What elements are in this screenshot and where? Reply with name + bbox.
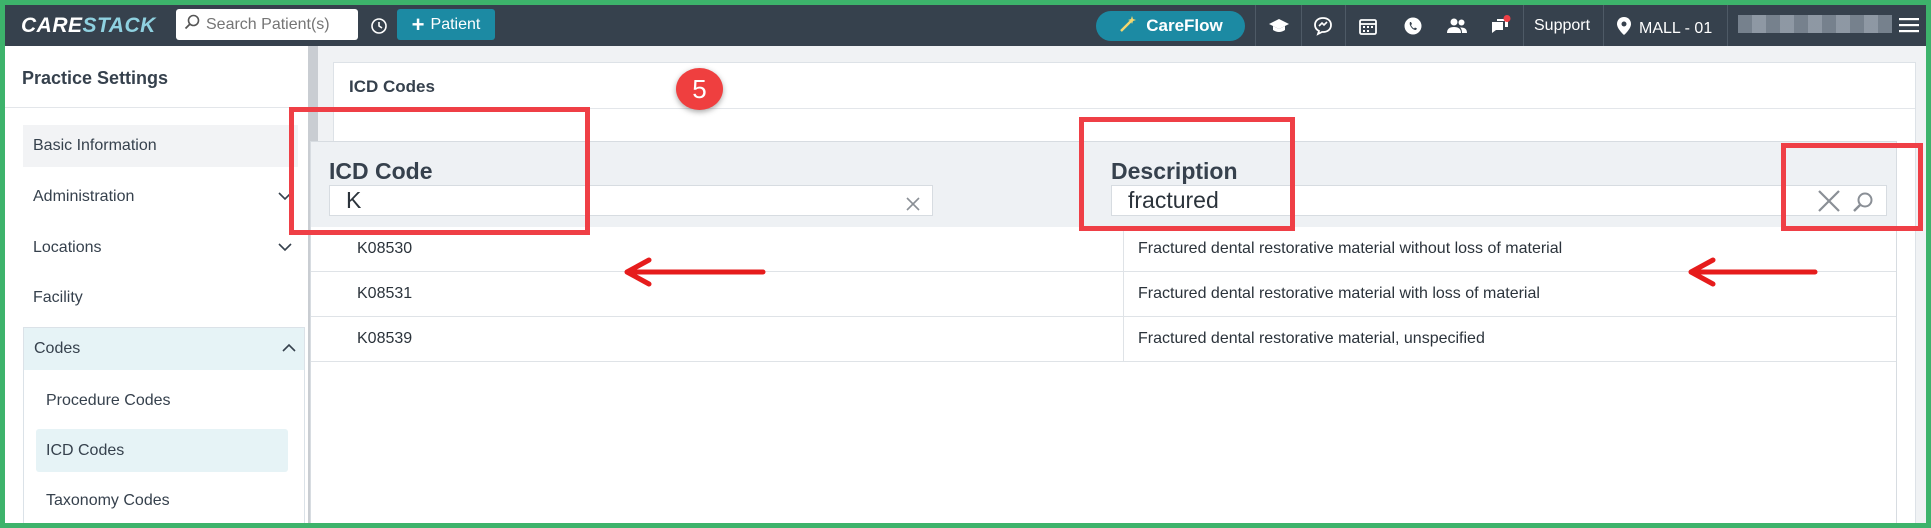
logo-text-right: STACK [82, 14, 156, 37]
annotation-box-clear-search [1781, 143, 1923, 231]
toolbar-separator [1345, 5, 1346, 46]
sidebar-subitem-icd-codes[interactable]: ICD Codes [36, 429, 288, 472]
history-icon[interactable] [370, 17, 388, 40]
user-account-blurred[interactable] [1738, 15, 1892, 33]
patient-search-box[interactable] [176, 9, 358, 40]
chevron-up-icon [282, 341, 296, 360]
table-row[interactable]: K08539 Fractured dental restorative mate… [311, 317, 1896, 362]
annotation-arrow-left [1688, 257, 1818, 287]
add-patient-button[interactable]: + Patient [397, 9, 495, 40]
careflow-button[interactable]: CareFlow [1096, 11, 1245, 41]
toolbar-separator [1727, 5, 1728, 46]
description-cell: Fractured dental restorative material, u… [1138, 330, 1485, 347]
sidebar-item-label: Facility [33, 289, 83, 306]
whatsapp-icon[interactable] [1402, 15, 1424, 37]
sidebar-subitem-label: Taxonomy Codes [46, 491, 170, 509]
column-divider [1123, 227, 1124, 362]
chat-bubble-icon[interactable] [1312, 15, 1334, 37]
practice-settings-sidebar: Practice Settings Basic Information Admi… [5, 46, 308, 523]
search-icon [184, 14, 200, 35]
icd-code-cell: K08539 [357, 330, 413, 347]
top-nav-bar: CARESTACK + Patient CareFlow [5, 5, 1926, 46]
sidebar-item-label: Basic Information [33, 137, 157, 154]
logo-text-left: CARE [21, 14, 83, 37]
plus-icon: + [411, 11, 425, 37]
sidebar-item-label: Codes [34, 340, 81, 357]
location-label: MALL - 01 [1639, 19, 1713, 37]
sidebar-item-label: Locations [33, 239, 102, 256]
careflow-label: CareFlow [1146, 16, 1223, 35]
sidebar-item-codes[interactable]: Codes [24, 328, 304, 370]
sidebar-title: Practice Settings [22, 68, 169, 88]
toolbar-separator [1255, 5, 1256, 46]
carestack-logo[interactable]: CARESTACK [21, 14, 156, 38]
sidebar-item-basic-information[interactable]: Basic Information [23, 125, 298, 167]
hamburger-menu-icon[interactable] [1899, 17, 1919, 38]
patient-search-input[interactable] [206, 15, 356, 34]
clear-filter-icon[interactable] [904, 192, 922, 219]
icd-code-cell: K08530 [357, 240, 413, 257]
page-title: ICD Codes [349, 77, 435, 96]
sidebar-item-facility[interactable]: Facility [23, 277, 298, 319]
step-number-badge: 5 [676, 68, 723, 110]
sidebar-subitem-taxonomy-codes[interactable]: Taxonomy Codes [36, 479, 288, 522]
description-cell: Fractured dental restorative material wi… [1138, 240, 1563, 257]
magic-wand-icon [1118, 14, 1138, 39]
users-icon[interactable] [1446, 15, 1468, 37]
table-row[interactable]: K08531 Fractured dental restorative mate… [311, 272, 1896, 317]
toolbar-separator [1301, 5, 1302, 46]
toolbar-separator [1523, 5, 1524, 46]
annotation-box-icd-code [289, 107, 590, 235]
icd-code-cell: K08531 [357, 285, 413, 302]
calendar-icon[interactable] [1357, 15, 1379, 37]
location-pin-icon [1617, 17, 1631, 40]
support-link[interactable]: Support [1534, 17, 1590, 35]
toolbar-separator [1603, 5, 1604, 46]
graduation-cap-icon[interactable] [1268, 15, 1290, 37]
sidebar-divider [5, 107, 303, 108]
add-patient-label: Patient [430, 15, 481, 33]
sidebar-subitem-procedure-codes[interactable]: Procedure Codes [36, 379, 288, 422]
app-window: CARESTACK + Patient CareFlow [5, 5, 1926, 523]
sidebar-item-administration[interactable]: Administration [23, 176, 298, 218]
location-selector[interactable]: MALL - 01 [1617, 17, 1712, 40]
description-cell: Fractured dental restorative material wi… [1138, 285, 1540, 302]
annotation-box-description [1079, 117, 1295, 231]
sidebar-subitem-label: Procedure Codes [46, 391, 171, 409]
annotation-arrow-left [624, 257, 766, 287]
sidebar-subitem-label: ICD Codes [46, 441, 125, 459]
messages-icon[interactable] [1489, 15, 1511, 37]
sidebar-group-codes: Codes Procedure Codes ICD Codes Taxonomy… [23, 327, 305, 523]
chevron-down-icon [278, 240, 292, 259]
sidebar-item-label: Administration [33, 188, 135, 205]
sidebar-item-locations[interactable]: Locations [23, 227, 298, 269]
